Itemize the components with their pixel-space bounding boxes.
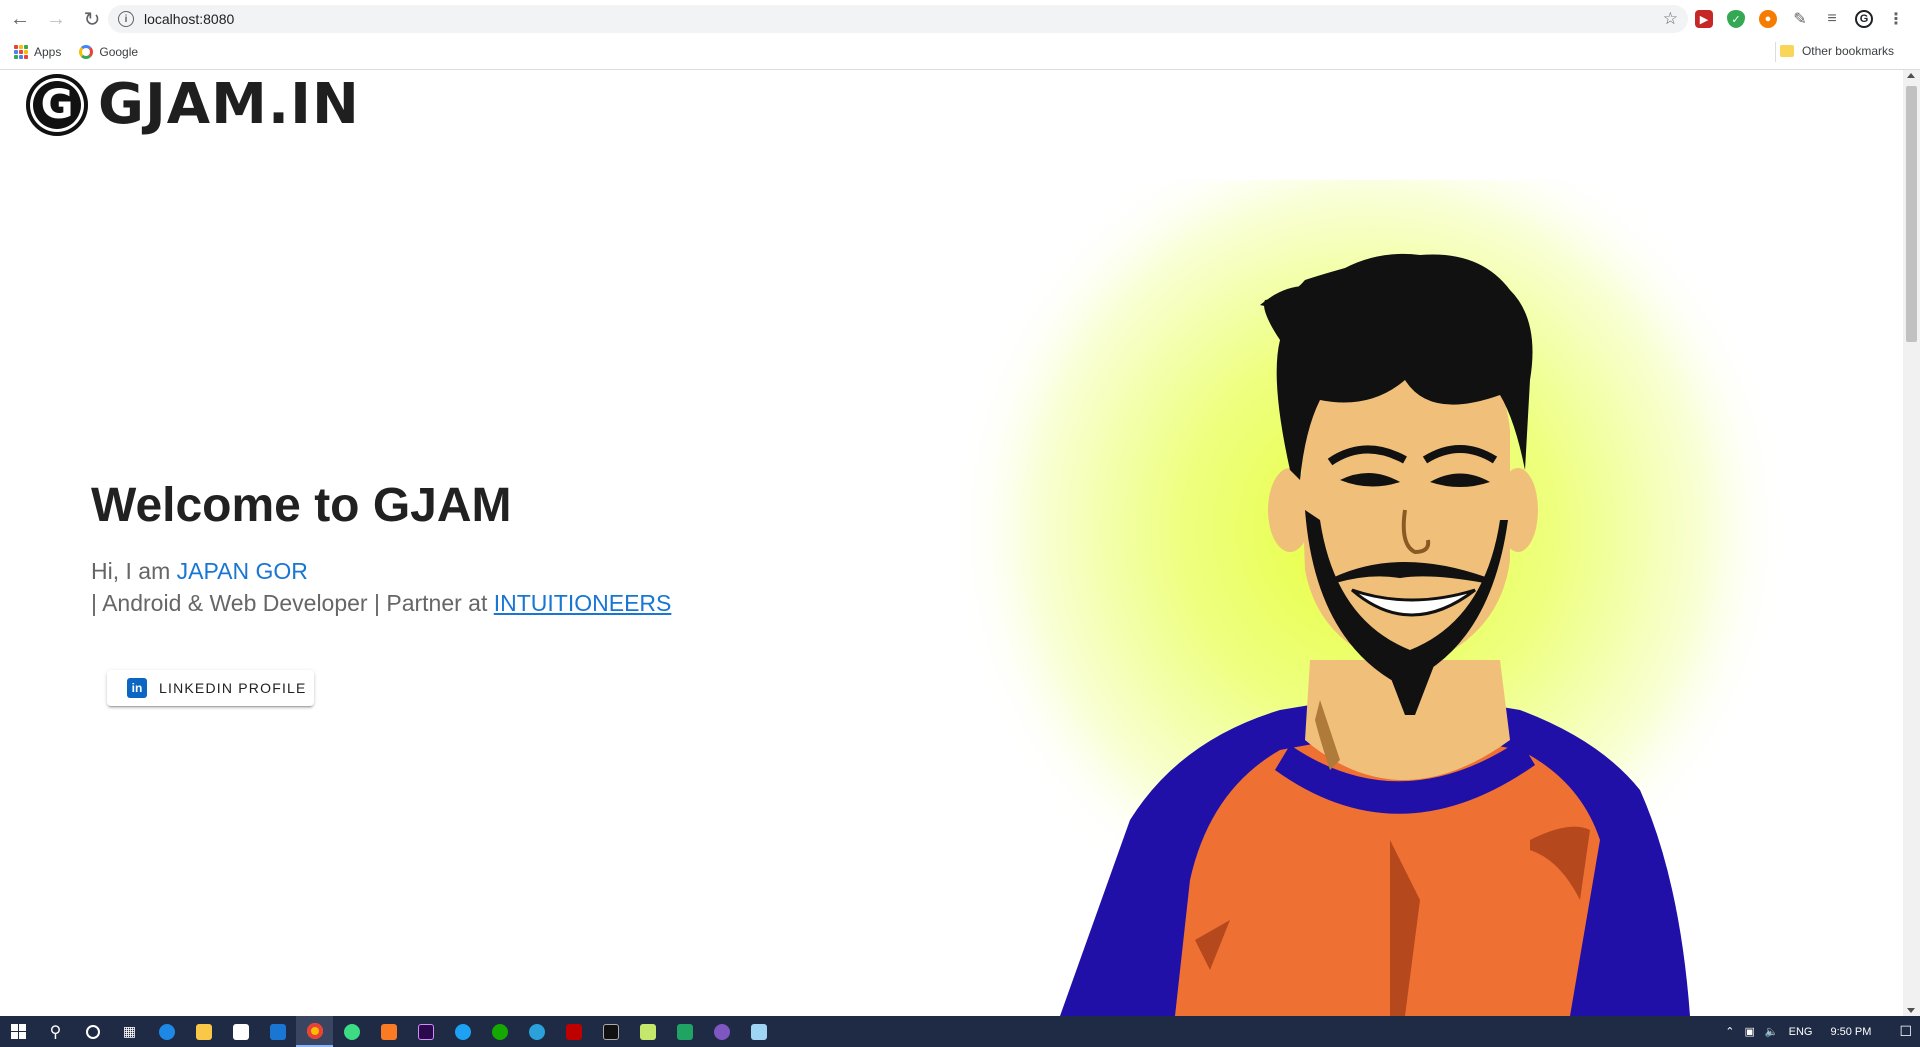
bookmark-star-icon[interactable]: ☆ — [1663, 9, 1678, 29]
cortana-icon[interactable] — [74, 1016, 111, 1047]
reload-icon[interactable]: ↻ — [76, 3, 108, 35]
store-icon[interactable] — [222, 1016, 259, 1047]
logo-letter: G — [40, 81, 74, 128]
chrome-icon[interactable] — [296, 1016, 333, 1047]
shield-icon[interactable]: ✓ — [1727, 10, 1745, 28]
scroll-up-icon[interactable] — [1907, 73, 1915, 78]
folder-icon — [1779, 45, 1794, 57]
scroll-down-icon[interactable] — [1907, 1008, 1915, 1013]
back-icon[interactable]: ← — [4, 3, 36, 35]
xampp-icon[interactable] — [370, 1016, 407, 1047]
hero-role: | Android & Web Developer | Partner at I… — [91, 590, 671, 617]
site-logo[interactable]: G GJAM.IN — [26, 72, 360, 137]
logo-g-circle: G — [26, 73, 88, 136]
browser-toolbar: ← → ↻ i localhost:8080 ☆ ▶ ✓ ● ✎ ≡ G ⋮ — [0, 0, 1920, 38]
edge-icon[interactable] — [148, 1016, 185, 1047]
telegram-icon[interactable] — [518, 1016, 555, 1047]
tray-chevron-icon[interactable]: ⌃ — [1725, 1025, 1734, 1038]
greeting-prefix: Hi, I am — [91, 558, 177, 584]
network-icon[interactable]: ▣ — [1745, 1025, 1755, 1038]
scrollbar-thumb[interactable] — [1906, 86, 1917, 342]
forward-icon[interactable]: → — [40, 3, 72, 35]
mail-icon[interactable] — [259, 1016, 296, 1047]
bookmarks-bar: Apps Google Other bookmarks — [0, 38, 1920, 66]
google-icon — [79, 45, 94, 59]
premiere-icon[interactable] — [407, 1016, 444, 1047]
language-indicator[interactable]: ENG — [1789, 1026, 1813, 1038]
page-scrollbar[interactable] — [1903, 70, 1920, 1016]
logo-text: GJAM.IN — [98, 72, 360, 137]
other-bookmarks-label: Other bookmarks — [1801, 44, 1894, 58]
filezilla-icon[interactable] — [555, 1016, 592, 1047]
hero-greeting: Hi, I am JAPAN GOR — [91, 558, 308, 585]
twitter-icon[interactable] — [444, 1016, 481, 1047]
windows-start-icon[interactable] — [0, 1016, 37, 1047]
clock[interactable]: 9:50 PM — [1830, 1026, 1871, 1038]
search-icon[interactable]: ⚲ — [37, 1016, 74, 1047]
page-content: G GJAM.IN Welcome to GJAM Hi, I am JAPAN… — [0, 70, 1903, 1016]
browser-menu-icon[interactable]: ⋮ — [1887, 10, 1905, 28]
hero-title: Welcome to GJAM — [91, 479, 512, 532]
extensions-area: ▶ ✓ ● ✎ ≡ G ⋮ — [1695, 5, 1905, 33]
company-link[interactable]: INTUITIONEERS — [494, 590, 672, 616]
app-purple-icon[interactable] — [703, 1016, 740, 1047]
extension-red-icon[interactable]: ▶ — [1695, 10, 1713, 28]
notes-icon[interactable] — [740, 1016, 777, 1047]
role-prefix: | Android & Web Developer | Partner at — [91, 590, 494, 616]
address-bar[interactable]: i localhost:8080 ☆ — [108, 5, 1688, 33]
system-tray: ⌃ ▣ 🔈 ENG 9:50 PM ☐ — [1725, 1016, 1920, 1047]
linkedin-icon: in — [127, 678, 147, 698]
apps-grid-icon — [14, 45, 28, 59]
author-name: JAPAN GOR — [176, 558, 308, 584]
puzzle-icon[interactable]: ✎ — [1791, 10, 1809, 28]
site-info-icon[interactable]: i — [118, 11, 134, 27]
task-view-icon[interactable]: ▦ — [111, 1016, 148, 1047]
terminal-icon[interactable] — [592, 1016, 629, 1047]
bookmark-apps-label: Apps — [34, 45, 62, 59]
profile-avatar-icon[interactable]: G — [1855, 10, 1873, 28]
upwork-icon[interactable] — [481, 1016, 518, 1047]
sheets-icon[interactable] — [666, 1016, 703, 1047]
windows-taskbar: ⚲ ▦ ⌃ ▣ 🔈 ENG 9:50 PM ☐ — [0, 1016, 1920, 1047]
notepad-icon[interactable] — [629, 1016, 666, 1047]
extension-orange-icon[interactable]: ● — [1759, 10, 1777, 28]
reading-list-icon[interactable]: ≡ — [1823, 10, 1841, 28]
bookmark-google[interactable]: Google — [79, 45, 138, 59]
volume-icon[interactable]: 🔈 — [1765, 1025, 1779, 1038]
bookmark-apps[interactable]: Apps — [14, 45, 61, 59]
android-studio-icon[interactable] — [333, 1016, 370, 1047]
browser-chrome: ← → ↻ i localhost:8080 ☆ ▶ ✓ ● ✎ ≡ G ⋮ A… — [0, 0, 1920, 70]
file-explorer-icon[interactable] — [185, 1016, 222, 1047]
linkedin-profile-button[interactable]: in LINKEDIN PROFILE — [107, 670, 314, 706]
bookmark-google-label: Google — [99, 45, 139, 59]
other-bookmarks[interactable]: Other bookmarks — [1779, 44, 1894, 58]
bookmark-separator — [1775, 42, 1776, 62]
linkedin-button-label: LINKEDIN PROFILE — [159, 680, 307, 696]
url-text[interactable]: localhost:8080 — [144, 11, 234, 27]
notifications-icon[interactable]: ☐ — [1899, 1023, 1912, 1040]
portrait-illustration — [960, 180, 1790, 1016]
